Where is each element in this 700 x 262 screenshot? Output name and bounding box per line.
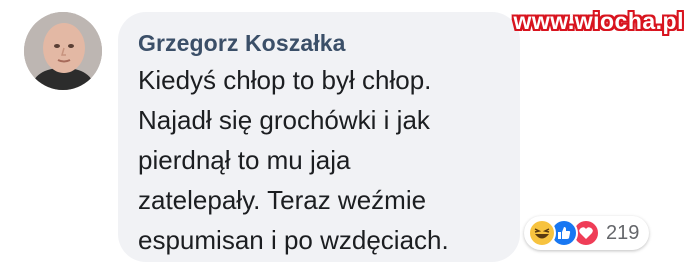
comment-text: Kiedyś chłop to był chłop. Najadł się gr… [138, 60, 518, 260]
comment-line: Najadł się grochówki i jak [138, 105, 430, 135]
comment-author[interactable]: Grzegorz Koszałka [138, 30, 346, 57]
reactions-summary[interactable]: 219 [524, 216, 650, 250]
watermark: www.wiocha.pl [513, 8, 684, 34]
comment-line: Kiedyś chłop to był chłop. [138, 65, 432, 95]
haha-icon [528, 219, 556, 247]
avatar-photo [24, 12, 102, 90]
reaction-count: 219 [606, 221, 640, 244]
comment-line: zatelepały. Teraz weźmie [138, 185, 427, 215]
comment-line: pierdnął to mu jaja [138, 145, 351, 175]
comment-screenshot: Grzegorz Koszałka Kiedyś chłop to był ch… [0, 0, 700, 262]
avatar[interactable] [24, 12, 102, 90]
comment-line: espumisan i po wzdęciach. [138, 225, 449, 255]
